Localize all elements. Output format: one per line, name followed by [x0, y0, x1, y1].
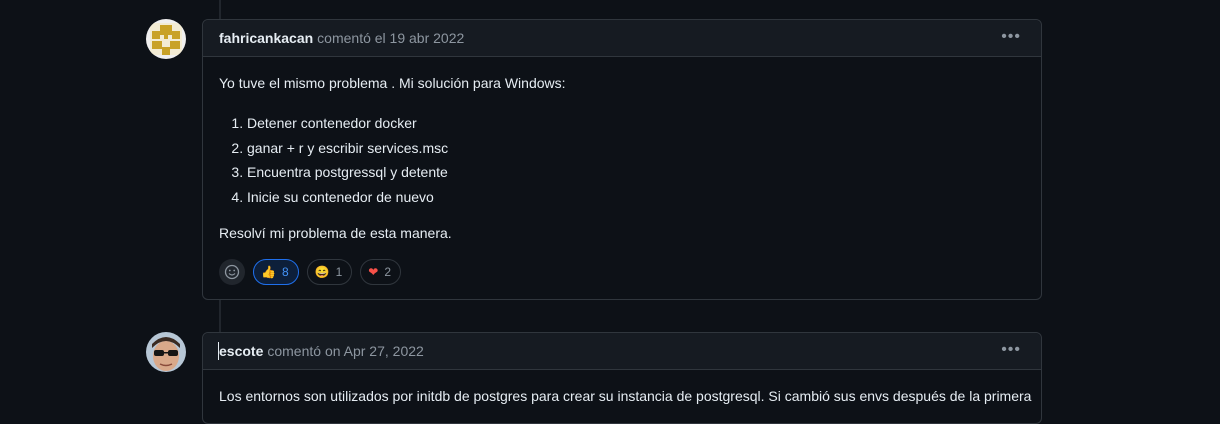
reaction-heart-button[interactable]: ❤ 2: [360, 258, 402, 285]
comment-outro: Resolví mi problema de esta manera.: [219, 224, 452, 241]
list-item: Detener contenedor docker: [247, 113, 1025, 133]
reactions-bar: 👍 8 😄 1 ❤ 2: [219, 258, 1025, 285]
comment-timestamp[interactable]: comentó el 19 abr 2022: [317, 30, 464, 46]
add-reaction-button[interactable]: [219, 258, 245, 285]
comment-author[interactable]: fahricankacan: [219, 30, 313, 46]
thumbs-up-icon: 👍: [261, 264, 276, 279]
heart-icon: ❤: [368, 264, 379, 279]
comment-header: fahricankacan comentó el 19 abr 2022 •••: [203, 20, 1041, 57]
avatar[interactable]: [146, 332, 186, 372]
laugh-icon: 😄: [314, 264, 330, 279]
comment-menu-icon[interactable]: •••: [1001, 28, 1021, 46]
list-item: ganar + r y escribir services.msc: [247, 138, 1025, 158]
user-photo-avatar: [146, 332, 186, 372]
steps-list: Detener contenedor docker ganar + r y es…: [219, 113, 1025, 207]
comment-intro: Yo tuve el mismo problema . Mi solución …: [219, 75, 566, 91]
reaction-count: 1: [335, 264, 343, 279]
list-item: Inicie su contenedor de nuevo: [247, 187, 1025, 207]
comment-body: Yo tuve el mismo problema . Mi solución …: [203, 57, 1041, 299]
reaction-count: 8: [281, 264, 289, 279]
reaction-laugh-button[interactable]: 😄 1: [306, 258, 353, 285]
reaction-count: 2: [384, 264, 392, 279]
smiley-icon: [224, 264, 240, 279]
text-cursor: [218, 342, 219, 360]
comment-card: escote comentó on Apr 27, 2022 ••• Los e…: [202, 332, 1042, 424]
comment-text: Los entornos son utilizados por initdb d…: [219, 388, 1032, 404]
identicon-avatar: [146, 19, 186, 59]
comment-header: escote comentó on Apr 27, 2022 •••: [203, 333, 1041, 370]
comment-timestamp[interactable]: comentó on Apr 27, 2022: [267, 343, 423, 359]
reaction-thumbs-up-button[interactable]: 👍 8: [253, 258, 299, 285]
comment-card: fahricankacan comentó el 19 abr 2022 •••…: [202, 19, 1042, 300]
avatar[interactable]: [146, 19, 186, 59]
comment-body: Los entornos son utilizados por initdb d…: [203, 370, 1041, 420]
comment-menu-icon[interactable]: •••: [1001, 341, 1021, 359]
list-item: Encuentra postgressql y detente: [247, 162, 1025, 182]
comment-author[interactable]: escote: [219, 343, 263, 359]
